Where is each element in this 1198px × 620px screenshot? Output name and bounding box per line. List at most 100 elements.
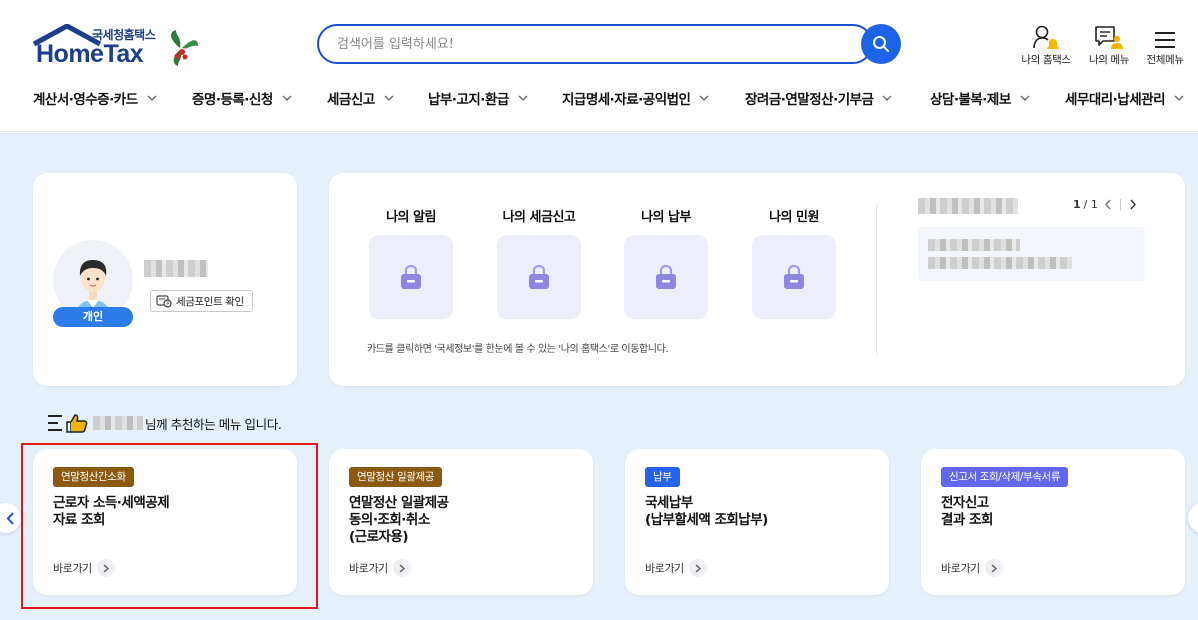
notice-item[interactable] — [918, 227, 1145, 281]
notice-pager: 1 / 1 — [1073, 198, 1137, 211]
my-hometax-card: 나의 알림 나의 세금신고 나의 납부 나의 민원 카드를 클릭하면 '국세정보… — [329, 173, 1185, 386]
gnb-label: 납부·고지·환급 — [428, 92, 509, 108]
recommend-text: 님께 추천하는 메뉴 입니다. — [145, 416, 282, 432]
chevron-left-icon — [6, 511, 14, 525]
chevron-left-icon — [1104, 199, 1111, 210]
profile-card: 개인 P 세금포인트 확인 — [33, 173, 297, 386]
chevron-down-icon — [384, 95, 394, 101]
chevron-right-icon — [103, 564, 109, 572]
my-hometax-link[interactable]: 나의 홈택스 — [1016, 22, 1076, 67]
shortcut-link[interactable]: 바로가기 — [645, 559, 707, 577]
lock-icon — [784, 264, 804, 289]
chevron-down-icon — [1020, 95, 1030, 101]
coin-card-icon: P — [156, 294, 172, 308]
shortcut-label: 바로가기 — [349, 562, 388, 575]
shortcut-link[interactable]: 바로가기 — [53, 559, 115, 577]
pager-prev-button[interactable] — [1104, 199, 1112, 210]
carousel-prev-button[interactable] — [0, 503, 21, 533]
chevron-right-icon — [1130, 199, 1136, 210]
shortcut-arrow — [984, 559, 1003, 577]
chevron-down-icon — [282, 95, 292, 101]
search-button[interactable] — [861, 24, 901, 64]
person-bell-icon — [1033, 25, 1059, 49]
gnb-certificate-registration[interactable]: 증명·등록·신청 — [192, 88, 292, 108]
tile-card[interactable] — [624, 235, 708, 319]
shortcut-arrow — [688, 559, 707, 577]
service-tag: 신고서 조회/삭제/부속서류 — [941, 467, 1069, 487]
thumbs-up-list-icon — [48, 414, 88, 433]
gnb-payment-refund[interactable]: 납부·고지·환급 — [428, 88, 528, 108]
gnb-label: 세무대리·납세관리 — [1065, 92, 1166, 108]
my-menu-icon — [1095, 26, 1123, 49]
notice-line-redacted — [928, 239, 1020, 251]
service-card-bulk-provision[interactable]: 연말정산 일괄제공 연말정산 일괄제공 동의·조회·취소 (근로자용) 바로가기 — [329, 449, 593, 595]
gnb-payment-statement[interactable]: 지급명세·자료·공익법인 — [562, 88, 709, 108]
gnb-label: 지급명세·자료·공익법인 — [562, 92, 691, 108]
my-tax-filing-tile[interactable]: 나의 세금신고 — [489, 206, 589, 319]
hamburger-menu-icon — [1155, 32, 1175, 48]
holly-icon — [171, 30, 198, 66]
my-civil-request-tile[interactable]: 나의 민원 — [744, 206, 844, 319]
shortcut-label: 바로가기 — [645, 562, 684, 575]
gnb-label: 상담·불복·제보 — [930, 92, 1011, 108]
carousel-next-button[interactable] — [1188, 503, 1198, 533]
my-payment-tile[interactable]: 나의 납부 — [616, 206, 716, 319]
shortcut-link[interactable]: 바로가기 — [349, 559, 411, 577]
full-menu-label: 전체메뉴 — [1146, 54, 1184, 66]
full-menu-link[interactable]: 전체메뉴 — [1135, 22, 1195, 67]
hometax-logo[interactable]: 국세청홈택스 HomeTax — [32, 24, 212, 74]
chevron-down-icon — [147, 95, 157, 101]
user-name-redacted — [144, 260, 208, 277]
gnb-consultation-appeal[interactable]: 상담·불복·제보 — [930, 88, 1030, 108]
chevron-right-icon — [991, 564, 997, 572]
shortcut-arrow — [96, 559, 115, 577]
gnb-invoice-receipt-card[interactable]: 계산서·영수증·카드 — [33, 88, 157, 108]
my-menu-label: 나의 메뉴 — [1089, 54, 1129, 66]
lock-icon — [656, 264, 676, 289]
tile-card[interactable] — [497, 235, 581, 319]
service-card-income-deduction[interactable]: 연말정산간소화 근로자 소득·세액공제 자료 조회 바로가기 — [33, 449, 297, 595]
service-title: 국세납부 (납부할세액 조회납부) — [645, 495, 768, 528]
logo-title: HomeTax — [36, 40, 144, 68]
chevron-down-icon — [1174, 95, 1184, 101]
gnb-label: 장려금·연말정산·기부금 — [745, 92, 874, 108]
lock-icon — [401, 264, 421, 289]
gnb-label: 세금신고 — [327, 92, 375, 108]
pager-total: / 1 — [1083, 198, 1098, 211]
tile-title: 나의 알림 — [386, 210, 436, 225]
service-card-national-tax-payment[interactable]: 납부 국세납부 (납부할세액 조회납부) 바로가기 — [625, 449, 889, 595]
recommend-heading: 님께 추천하는 메뉴 입니다. — [47, 413, 282, 433]
gnb-incentive-settlement[interactable]: 장려금·연말정산·기부금 — [745, 88, 892, 108]
tile-card[interactable] — [752, 235, 836, 319]
global-nav: 계산서·영수증·카드 증명·등록·신청 세금신고 납부·고지·환급 지급명세·자… — [0, 88, 1198, 114]
service-title: 근로자 소득·세액공제 자료 조회 — [53, 495, 170, 528]
shortcut-label: 바로가기 — [941, 562, 980, 575]
service-tag: 연말정산간소화 — [53, 467, 134, 487]
shortcut-label: 바로가기 — [53, 562, 92, 575]
tile-title: 나의 세금신고 — [502, 210, 576, 225]
gnb-tax-filing[interactable]: 세금신고 — [327, 88, 394, 108]
service-title: 전자신고 결과 조회 — [941, 495, 993, 528]
pager-next-button[interactable] — [1129, 199, 1137, 210]
service-title: 연말정산 일괄제공 동의·조회·취소 (근로자용) — [349, 495, 449, 545]
user-name-redacted — [93, 416, 143, 430]
service-card-e-filing-result[interactable]: 신고서 조회/삭제/부속서류 전자신고 결과 조회 바로가기 — [921, 449, 1185, 595]
my-menu-link[interactable]: 나의 메뉴 — [1079, 22, 1139, 67]
chevron-right-icon — [695, 564, 701, 572]
shortcut-link[interactable]: 바로가기 — [941, 559, 1003, 577]
tile-card[interactable] — [369, 235, 453, 319]
my-notification-tile[interactable]: 나의 알림 — [361, 206, 461, 319]
gnb-label: 계산서·영수증·카드 — [33, 92, 138, 108]
gnb-tax-agent[interactable]: 세무대리·납세관리 — [1065, 88, 1184, 108]
my-hometax-label: 나의 홈택스 — [1021, 54, 1071, 66]
divider — [876, 203, 877, 355]
shortcut-arrow — [392, 559, 411, 577]
pager-current: 1 — [1073, 198, 1081, 211]
tax-point-label: 세금포인트 확인 — [176, 295, 244, 308]
chevron-down-icon — [700, 95, 709, 101]
user-type-badge: 개인 — [53, 307, 133, 327]
search-input[interactable] — [317, 24, 873, 64]
chevron-down-icon — [518, 95, 528, 101]
tile-title: 나의 납부 — [641, 210, 691, 225]
tax-point-button[interactable]: P 세금포인트 확인 — [150, 290, 253, 312]
